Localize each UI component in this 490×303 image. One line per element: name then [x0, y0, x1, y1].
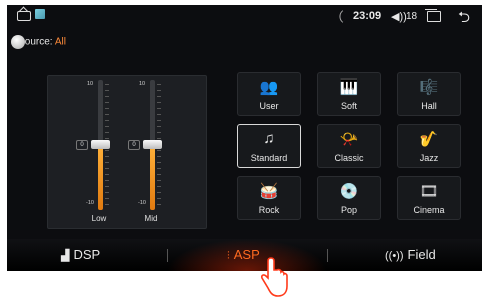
tap-hand-icon: [261, 257, 288, 297]
source-indicator-icon: [11, 35, 25, 49]
tab-asp[interactable]: ⫶ ASP: [227, 247, 260, 263]
slider-value: 0: [128, 140, 140, 150]
clock: 23:09: [353, 10, 382, 22]
preset-rock[interactable]: 🥁 Rock: [237, 176, 301, 220]
slider-mid[interactable]: 10 0 -10 Mid: [128, 78, 166, 223]
preset-hall[interactable]: 🎼 Hall: [397, 72, 461, 116]
gramophone-icon: 📯: [339, 131, 359, 148]
drum-icon: 🥁: [259, 183, 279, 200]
home-icon[interactable]: [17, 11, 31, 21]
preset-label: Hall: [421, 101, 437, 111]
preset-label: Jazz: [419, 153, 439, 163]
slider-fill: [150, 145, 155, 210]
slider-knob[interactable]: [91, 140, 110, 149]
tab-field[interactable]: ((•)) Field: [385, 247, 436, 262]
saxophone-icon: 🎷: [419, 131, 439, 148]
back-icon[interactable]: ⮌: [458, 7, 470, 32]
preset-label: Pop: [340, 205, 357, 215]
hall-icon: 🎼: [419, 79, 439, 96]
equalizer-panel: 10 0 -10 Low 10 0 -10 Mid: [47, 75, 207, 229]
preset-pop[interactable]: 💿 Pop: [317, 176, 381, 220]
slider-label-mid: Mid: [144, 214, 158, 223]
disc-icon: 💿: [339, 183, 359, 200]
source-label: ource:: [24, 36, 53, 48]
dsp-screen: 23:09 ◀)) 18 ⮌ ource: All 10 0 -10 Low 1…: [7, 5, 482, 271]
bottom-tab-bar: ▟ DSP ⫶ ASP ((•)) Field: [7, 239, 482, 271]
tab-label: ASP: [233, 247, 260, 262]
slider-min-label: -10: [138, 200, 146, 206]
tab-dsp[interactable]: ▟ DSP: [61, 247, 100, 262]
preset-label: User: [259, 101, 279, 111]
wifi-icon: [336, 10, 349, 23]
preset-label: Cinema: [413, 205, 445, 215]
surround-sound-icon: ((•)): [385, 250, 404, 262]
tab-divider: [167, 249, 168, 262]
source-value: All: [54, 36, 66, 48]
tab-label: DSP: [73, 247, 101, 262]
preset-jazz[interactable]: 🎷 Jazz: [397, 124, 461, 168]
volume-icon: ◀)): [391, 11, 407, 23]
user-group-icon: 👥: [259, 79, 279, 96]
equalizer-bars-icon: ▟: [61, 250, 70, 262]
gallery-icon: [35, 9, 45, 19]
sliders-icon: ⫶: [227, 250, 230, 262]
slider-label-low: Low: [91, 214, 107, 223]
slider-low[interactable]: 10 0 -10 Low: [76, 78, 114, 223]
source-selector[interactable]: ource: All: [11, 35, 66, 49]
music-note-icon: ♫: [263, 130, 275, 147]
slider-knob[interactable]: [143, 140, 162, 149]
slider-fill: [98, 145, 103, 210]
slider-max-label: 10: [139, 81, 146, 87]
preset-user[interactable]: 👥 User: [237, 72, 301, 116]
preset-label: Standard: [250, 153, 288, 163]
preset-label: Soft: [340, 101, 357, 111]
piano-icon: 🎹: [339, 79, 359, 96]
preset-standard[interactable]: ♫ Standard: [237, 124, 301, 168]
slider-value: 0: [76, 140, 88, 150]
tab-divider: [327, 249, 328, 262]
volume-value: 18: [406, 11, 418, 22]
preset-label: Rock: [258, 205, 280, 215]
preset-classic[interactable]: 📯 Classic: [317, 124, 381, 168]
status-bar: 23:09 ◀)) 18 ⮌: [7, 5, 482, 27]
tab-label: Field: [407, 247, 436, 262]
preset-label: Classic: [334, 153, 364, 163]
slider-min-label: -10: [86, 200, 94, 206]
recent-apps-icon[interactable]: [425, 9, 441, 22]
preset-soft[interactable]: 🎹 Soft: [317, 72, 381, 116]
preset-cinema[interactable]: 🎞 Cinema: [397, 176, 461, 220]
cinema-icon: 🎞: [419, 183, 439, 200]
slider-max-label: 10: [87, 81, 94, 87]
